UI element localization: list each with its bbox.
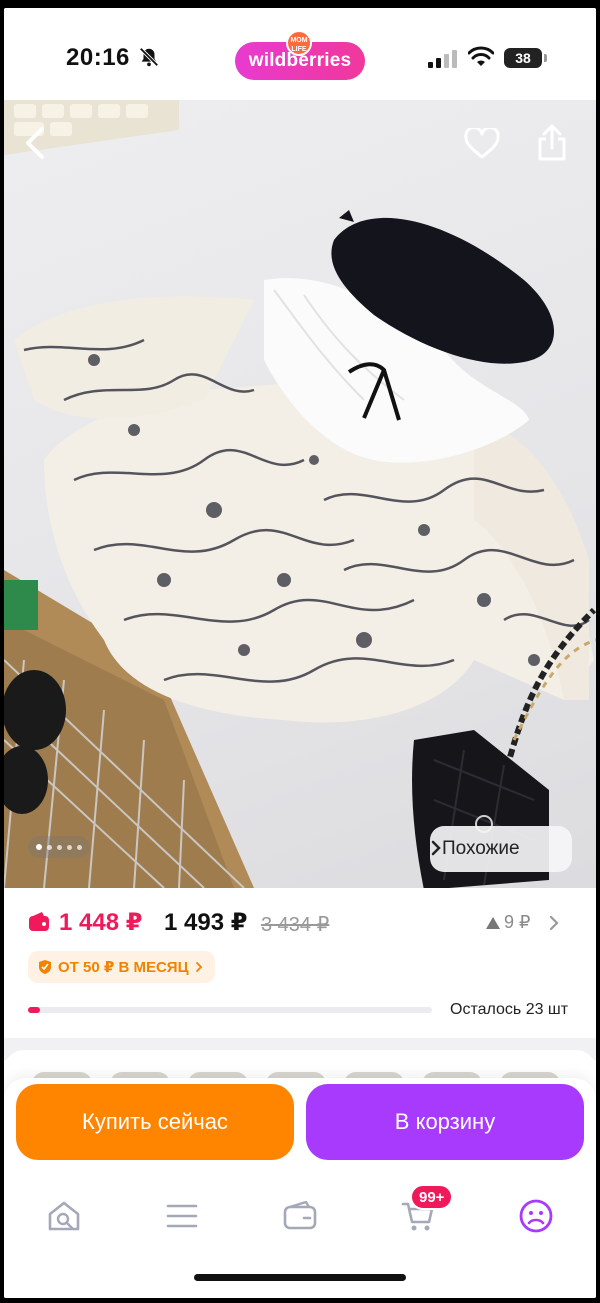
product-price: 1 493 ₽ bbox=[164, 909, 248, 936]
cart-count-badge: 99+ bbox=[410, 1184, 454, 1210]
pagination-dot bbox=[57, 844, 62, 850]
pagination-dot bbox=[67, 844, 72, 850]
bottom-action-bar: Купить сейчас В корзину 99+ bbox=[4, 1078, 596, 1298]
share-icon bbox=[538, 124, 566, 161]
old-price: 3 434 ₽ bbox=[261, 914, 330, 936]
tab-wallet[interactable] bbox=[278, 1196, 322, 1236]
price-change[interactable]: 9 ₽ bbox=[485, 912, 560, 933]
tab-profile[interactable] bbox=[514, 1196, 558, 1236]
similar-button[interactable]: Похожие bbox=[430, 826, 572, 872]
chevron-right-icon bbox=[550, 915, 560, 930]
chevron-left-icon bbox=[26, 127, 44, 159]
add-to-cart-button[interactable]: В корзину bbox=[306, 1084, 584, 1160]
wallet-icon bbox=[29, 912, 49, 931]
tab-home[interactable] bbox=[42, 1196, 86, 1236]
home-indicator[interactable] bbox=[194, 1274, 406, 1281]
shield-icon bbox=[39, 960, 51, 974]
phone-screen: 20:16 wildberries MOM LIFE 38 Похожие 1 … bbox=[4, 8, 596, 1298]
battery-indicator: 38 bbox=[504, 48, 547, 68]
home-icon bbox=[48, 1201, 80, 1231]
share-button[interactable] bbox=[536, 124, 576, 168]
tab-catalog[interactable] bbox=[160, 1196, 204, 1236]
installment-badge[interactable]: ОТ 50 ₽ В МЕСЯЦ bbox=[28, 951, 215, 983]
chevron-right-icon bbox=[195, 962, 202, 972]
image-pagination[interactable] bbox=[28, 836, 90, 858]
status-bar: 20:16 wildberries MOM LIFE 38 bbox=[4, 8, 596, 100]
chevron-right-icon bbox=[431, 840, 441, 856]
buy-now-button[interactable]: Купить сейчас bbox=[16, 1084, 294, 1160]
price-change-value: 9 ₽ bbox=[504, 912, 531, 932]
menu-icon bbox=[166, 1204, 198, 1228]
wifi-icon bbox=[468, 46, 494, 66]
pagination-dot bbox=[47, 844, 52, 850]
product-image[interactable]: Похожие bbox=[4, 100, 596, 888]
status-time: 20:16 bbox=[66, 44, 130, 71]
similar-label: Похожие bbox=[442, 838, 520, 859]
signal-icon bbox=[428, 50, 457, 68]
installment-label: ОТ 50 ₽ В МЕСЯЦ bbox=[58, 959, 189, 976]
back-button[interactable] bbox=[24, 126, 60, 170]
price-card: 1 448 ₽ 1 493 ₽ 3 434 ₽ 9 ₽ ОТ 50 ₽ В МЕ… bbox=[4, 888, 596, 1038]
wallet-price: 1 448 ₽ bbox=[59, 909, 143, 936]
pagination-dot bbox=[77, 844, 82, 850]
wallet-icon bbox=[283, 1201, 317, 1230]
triangle-up-icon bbox=[486, 916, 500, 929]
pagination-dot bbox=[36, 844, 42, 850]
product-photo-illustration bbox=[4, 100, 596, 888]
mom-life-badge: MOM LIFE bbox=[286, 30, 312, 56]
heart-icon bbox=[464, 128, 500, 159]
favorite-button[interactable] bbox=[464, 128, 506, 168]
stock-progress-bar bbox=[28, 1007, 432, 1013]
stock-left: Осталось 23 шт bbox=[450, 1001, 569, 1018]
bell-off-icon bbox=[139, 47, 159, 67]
profile-icon bbox=[519, 1199, 553, 1233]
stock-progress-fill bbox=[28, 1007, 41, 1013]
